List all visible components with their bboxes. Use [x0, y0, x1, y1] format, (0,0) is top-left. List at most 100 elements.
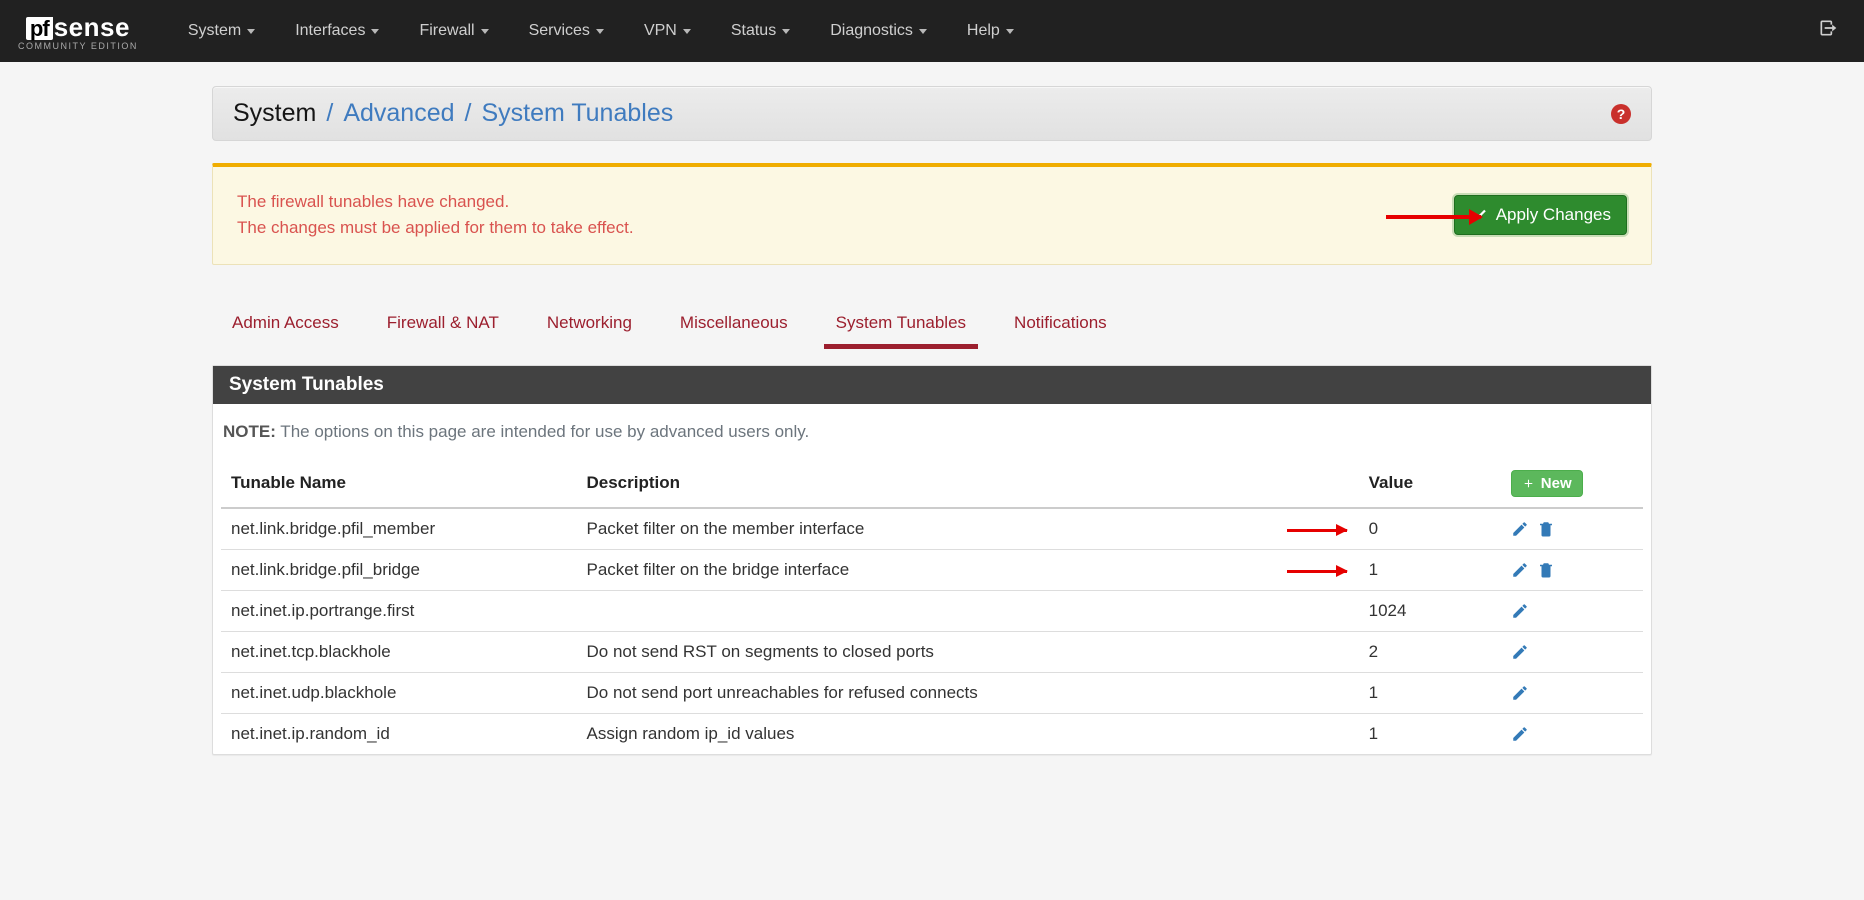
- breadcrumb-leaf[interactable]: System Tunables: [481, 99, 673, 128]
- table-row: net.inet.udp.blackholeDo not send port u…: [221, 672, 1643, 713]
- pencil-icon: [1511, 561, 1529, 579]
- apply-changes-label: Apply Changes: [1496, 205, 1611, 225]
- edit-button[interactable]: [1511, 725, 1529, 743]
- panel-note: NOTE: The options on this page are inten…: [221, 418, 1643, 460]
- tunable-description: Do not send port unreachables for refuse…: [577, 672, 1359, 713]
- pencil-icon: [1511, 602, 1529, 620]
- nav-interfaces[interactable]: Interfaces: [277, 14, 397, 48]
- nav-status-label: Status: [731, 22, 776, 40]
- help-icon[interactable]: ?: [1611, 104, 1631, 124]
- tunable-value: 1: [1359, 549, 1501, 590]
- caret-down-icon: [919, 29, 927, 34]
- tunable-name: net.inet.ip.random_id: [221, 713, 577, 754]
- pending-changes-alert: The firewall tunables have changed. The …: [212, 163, 1652, 265]
- col-tunable-name: Tunable Name: [221, 460, 577, 508]
- tab-networking[interactable]: Networking: [547, 307, 632, 347]
- brand-pf: pf: [26, 17, 53, 40]
- table-row: net.inet.ip.random_idAssign random ip_id…: [221, 713, 1643, 754]
- tab-notifications[interactable]: Notifications: [1014, 307, 1107, 347]
- breadcrumb-advanced[interactable]: Advanced: [343, 99, 454, 128]
- nav-vpn-label: VPN: [644, 22, 677, 40]
- col-value: Value: [1359, 460, 1501, 508]
- pencil-icon: [1511, 684, 1529, 702]
- breadcrumb-root: System: [233, 99, 316, 128]
- breadcrumb-panel: System / Advanced / System Tunables ?: [212, 86, 1652, 141]
- row-actions: [1501, 549, 1643, 590]
- tunable-value: 0: [1359, 508, 1501, 550]
- nav-help[interactable]: Help: [949, 14, 1032, 48]
- tunable-name: net.link.bridge.pfil_member: [221, 508, 577, 550]
- brand-subtitle: COMMUNITY EDITION: [18, 41, 138, 51]
- pencil-icon: [1511, 725, 1529, 743]
- tunable-description: Packet filter on the bridge interface: [577, 549, 1359, 590]
- table-row: net.inet.tcp.blackholeDo not send RST on…: [221, 631, 1643, 672]
- tunable-name: net.inet.udp.blackhole: [221, 672, 577, 713]
- caret-down-icon: [683, 29, 691, 34]
- tunable-name: net.inet.ip.portrange.first: [221, 590, 577, 631]
- tab-admin-access[interactable]: Admin Access: [232, 307, 339, 347]
- breadcrumb-sep: /: [326, 99, 333, 128]
- alert-text: The firewall tunables have changed. The …: [237, 189, 1454, 242]
- tunable-name: net.inet.tcp.blackhole: [221, 631, 577, 672]
- brand-sense: sense: [54, 12, 130, 43]
- delete-button[interactable]: [1537, 520, 1555, 538]
- caret-down-icon: [1006, 29, 1014, 34]
- tab-firewall-nat[interactable]: Firewall & NAT: [387, 307, 499, 347]
- new-tunable-button[interactable]: New: [1511, 470, 1583, 497]
- tunable-name: net.link.bridge.pfil_bridge: [221, 549, 577, 590]
- row-actions: [1501, 713, 1643, 754]
- edit-button[interactable]: [1511, 602, 1529, 620]
- caret-down-icon: [247, 29, 255, 34]
- nav-status[interactable]: Status: [713, 14, 808, 48]
- plus-icon: [1522, 477, 1535, 490]
- trash-icon: [1537, 520, 1555, 538]
- note-text: The options on this page are intended fo…: [276, 422, 809, 441]
- annotation-arrow: [1287, 570, 1347, 573]
- brand-logo[interactable]: pf sense COMMUNITY EDITION: [18, 12, 138, 51]
- annotation-arrow: [1386, 215, 1481, 219]
- new-button-label: New: [1541, 475, 1572, 492]
- logout-button[interactable]: [1810, 10, 1846, 52]
- nav-services[interactable]: Services: [511, 14, 622, 48]
- caret-down-icon: [371, 29, 379, 34]
- note-label: NOTE:: [223, 422, 276, 441]
- tunable-description: Assign random ip_id values: [577, 713, 1359, 754]
- edit-button[interactable]: [1511, 561, 1529, 579]
- tunable-value: 1: [1359, 672, 1501, 713]
- pencil-icon: [1511, 643, 1529, 661]
- edit-button[interactable]: [1511, 520, 1529, 538]
- tab-system-tunables[interactable]: System Tunables: [836, 307, 966, 347]
- nav-diagnostics-label: Diagnostics: [830, 22, 913, 40]
- col-description: Description: [577, 460, 1359, 508]
- panel-title: System Tunables: [213, 366, 1651, 404]
- tab-miscellaneous[interactable]: Miscellaneous: [680, 307, 788, 347]
- delete-button[interactable]: [1537, 561, 1555, 579]
- edit-button[interactable]: [1511, 643, 1529, 661]
- nav-services-label: Services: [529, 22, 590, 40]
- row-actions: [1501, 590, 1643, 631]
- edit-button[interactable]: [1511, 684, 1529, 702]
- trash-icon: [1537, 561, 1555, 579]
- alert-line2: The changes must be applied for them to …: [237, 215, 1454, 241]
- nav-vpn[interactable]: VPN: [626, 14, 709, 48]
- table-row: net.link.bridge.pfil_bridgePacket filter…: [221, 549, 1643, 590]
- alert-line1: The firewall tunables have changed.: [237, 189, 1454, 215]
- caret-down-icon: [596, 29, 604, 34]
- tunable-description: Do not send RST on segments to closed po…: [577, 631, 1359, 672]
- top-navbar: pf sense COMMUNITY EDITION System Interf…: [0, 0, 1864, 62]
- pencil-icon: [1511, 520, 1529, 538]
- nav-diagnostics[interactable]: Diagnostics: [812, 14, 945, 48]
- nav-firewall[interactable]: Firewall: [401, 14, 506, 48]
- row-actions: [1501, 631, 1643, 672]
- tunable-description: Packet filter on the member interface: [577, 508, 1359, 550]
- nav-interfaces-label: Interfaces: [295, 22, 365, 40]
- tunable-value: 2: [1359, 631, 1501, 672]
- breadcrumb: System / Advanced / System Tunables: [233, 99, 1611, 128]
- nav-firewall-label: Firewall: [419, 22, 474, 40]
- nav-menu: System Interfaces Firewall Services VPN …: [170, 14, 1810, 48]
- table-row: net.link.bridge.pfil_memberPacket filter…: [221, 508, 1643, 550]
- logout-icon: [1818, 18, 1838, 38]
- nav-system-label: System: [188, 22, 241, 40]
- nav-system[interactable]: System: [170, 14, 273, 48]
- caret-down-icon: [481, 29, 489, 34]
